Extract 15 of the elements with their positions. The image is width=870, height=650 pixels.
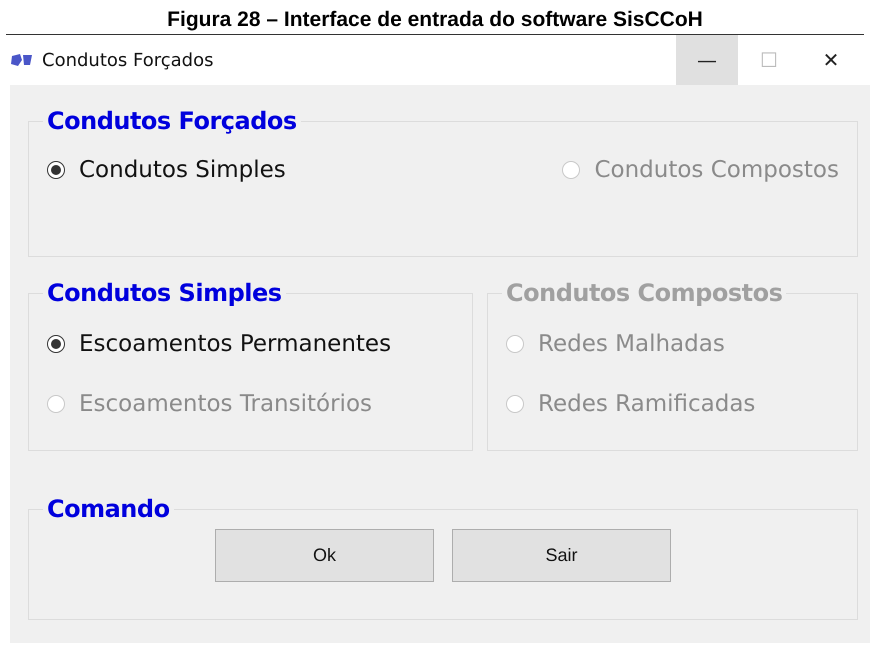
radio-option[interactable]: Escoamentos Permanentes [47,331,454,357]
window-title: Condutos Forçados [42,50,214,70]
command-button[interactable]: Sair [452,529,671,582]
group-title: Condutos Simples [46,279,283,307]
radio-option[interactable]: Condutos Simples [47,157,286,183]
close-button[interactable]: ✕ [800,35,862,85]
minimize-button[interactable]: — [676,35,738,85]
group-title: Condutos Forçados [46,107,298,135]
figure-caption: Figura 28 – Interface de entrada do software SisCCoH [166,7,704,33]
group-title: Comando [46,495,171,523]
radio-icon[interactable] [47,335,65,353]
group-title: Condutos Compostos [505,279,784,307]
app-icon [10,53,34,67]
command-button[interactable]: Ok [215,529,434,582]
radio-icon[interactable] [47,161,65,179]
